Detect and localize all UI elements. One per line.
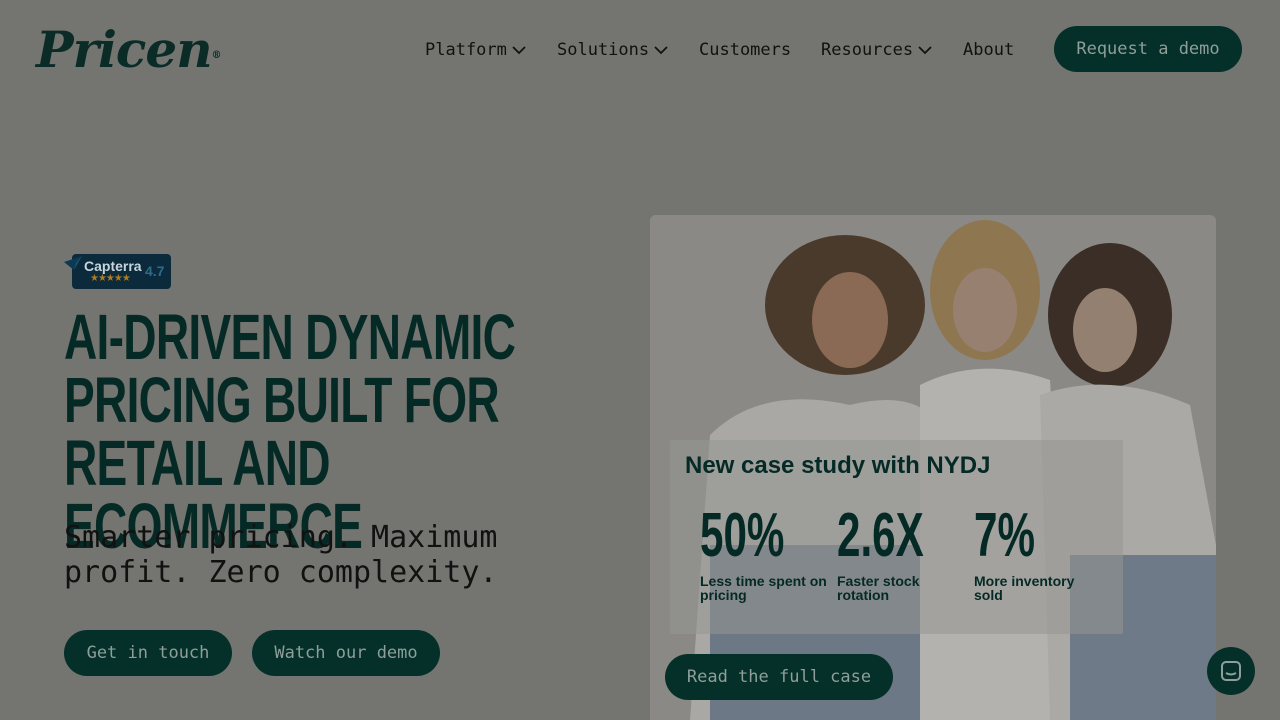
nav-platform-label: Platform	[425, 40, 507, 60]
stat-value: 7%	[974, 501, 1035, 570]
stat-item: 7% More inventory sold	[974, 501, 1104, 603]
registered-mark: ®	[211, 50, 222, 61]
logo-text: Pricen	[36, 20, 213, 79]
nav-solutions-label: Solutions	[557, 40, 650, 60]
request-demo-button[interactable]: Request a demo	[1054, 26, 1242, 72]
capterra-name: Capterra	[84, 258, 142, 274]
chevron-down-icon	[918, 46, 932, 55]
chat-icon	[1221, 661, 1241, 681]
stat-value: 2.6X	[837, 501, 924, 570]
capterra-score: 4.7	[145, 263, 165, 279]
stat-item: 2.6X Faster stock rotation	[837, 501, 967, 603]
nav-customers-label: Customers	[699, 40, 792, 60]
chevron-down-icon	[654, 46, 668, 55]
get-in-touch-button[interactable]: Get in touch	[64, 630, 232, 676]
nav-platform[interactable]: Platform	[425, 36, 527, 64]
stat-item: 50% Less time spent on pricing	[700, 501, 830, 603]
nav-resources-label: Resources	[821, 40, 914, 60]
watch-demo-button[interactable]: Watch our demo	[252, 630, 440, 676]
chevron-down-icon	[512, 46, 526, 55]
stat-label: Faster stock rotation	[837, 573, 920, 603]
nav-about-label: About	[963, 40, 1015, 60]
nav-about[interactable]: About	[963, 36, 1014, 64]
stat-label: More inventory sold	[974, 573, 1075, 603]
capterra-badge[interactable]: Capterra ★★★★★ 4.7	[64, 254, 171, 289]
chat-launcher-button[interactable]	[1207, 647, 1255, 695]
capterra-stars: ★★★★★	[90, 273, 131, 284]
hero-subtitle: Smarter pricing. Maximum profit. Zero co…	[64, 520, 498, 590]
stat-value: 50%	[700, 501, 785, 570]
stat-label: Less time spent on pricing	[700, 573, 827, 603]
nav-customers[interactable]: Customers	[699, 36, 791, 64]
nav-resources[interactable]: Resources	[821, 36, 933, 64]
case-study-title: New case study with NYDJ	[685, 452, 991, 479]
pricen-logo[interactable]: Pricen®	[36, 20, 222, 79]
nav-solutions[interactable]: Solutions	[557, 36, 669, 64]
read-full-case-button[interactable]: Read the full case	[665, 654, 893, 700]
capterra-flag-icon	[64, 256, 82, 270]
